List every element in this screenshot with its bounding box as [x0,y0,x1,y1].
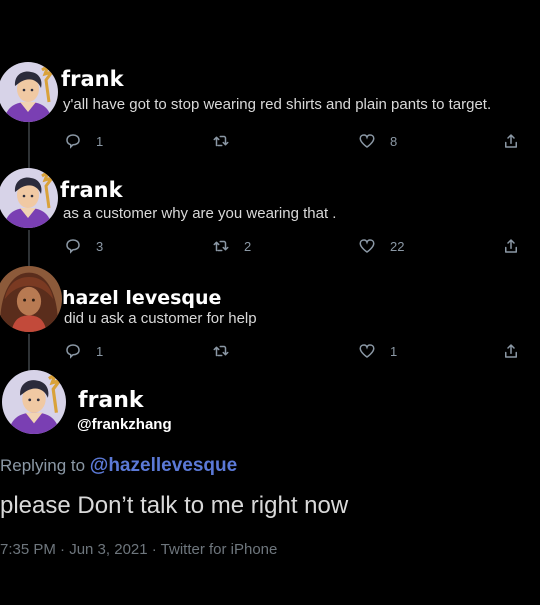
display-name[interactable]: frank [78,388,144,413]
thread-line [28,334,30,372]
display-name[interactable]: frank [60,178,123,202]
retweet-icon [213,135,229,147]
retweet-button[interactable] [212,130,244,152]
retweet-icon [213,240,229,252]
reply-icon [66,344,80,359]
reply-count: 3 [96,238,104,254]
thread-line [28,230,30,268]
avatar[interactable] [0,168,58,228]
retweet-count: 2 [244,238,252,254]
share-button[interactable] [502,130,520,152]
share-button[interactable] [502,340,520,362]
reply-count: 1 [96,133,104,149]
thread-line [28,122,30,172]
share-icon [505,239,517,253]
tweet-text: as a customer why are you wearing that . [63,205,337,222]
like-button[interactable]: 1 [358,340,397,362]
like-button[interactable]: 8 [358,130,397,152]
like-count: 22 [390,238,405,254]
tweet-actions: 1 1 [62,340,532,362]
focus-tweet-text: please Don’t talk to me right now [0,492,349,519]
reply-icon [66,239,80,254]
mention-link[interactable]: @hazellevesque [90,455,237,476]
reply-icon [66,134,80,149]
retweet-icon [213,345,229,357]
reply-count: 1 [96,343,104,359]
reply-button[interactable]: 1 [64,130,103,152]
display-name[interactable]: hazel levesque [62,287,221,309]
avatar[interactable] [0,62,58,122]
heart-icon [359,134,375,148]
tweet-text: y'all have got to stop wearing red shirt… [63,96,492,113]
retweet-button[interactable] [212,340,244,362]
user-handle[interactable]: @frankzhang [77,416,172,433]
avatar[interactable] [0,266,62,332]
reply-button[interactable]: 1 [64,340,103,362]
like-button[interactable]: 22 [358,235,404,257]
retweet-button[interactable]: 2 [212,235,251,257]
tweet-text: did u ask a customer for help [64,310,257,327]
replying-label: Replying to [0,456,86,475]
share-icon [505,134,517,148]
avatar[interactable] [2,370,66,434]
tweet-thread-screen: { "colors": { "background": "#000000", "… [0,0,540,605]
like-count: 1 [390,343,398,359]
reply-button[interactable]: 3 [64,235,103,257]
display-name[interactable]: frank [61,67,124,91]
replying-to: Replying to @hazellevesque [0,455,237,477]
like-count: 8 [390,133,398,149]
share-button[interactable] [502,235,520,257]
heart-icon [359,239,375,253]
share-icon [505,344,517,358]
heart-icon [359,344,375,358]
tweet-actions: 3 2 22 [62,235,532,257]
tweet-meta: 7:35 PM · Jun 3, 2021 · Twitter for iPho… [0,541,278,558]
tweet-actions: 1 8 [62,130,532,152]
